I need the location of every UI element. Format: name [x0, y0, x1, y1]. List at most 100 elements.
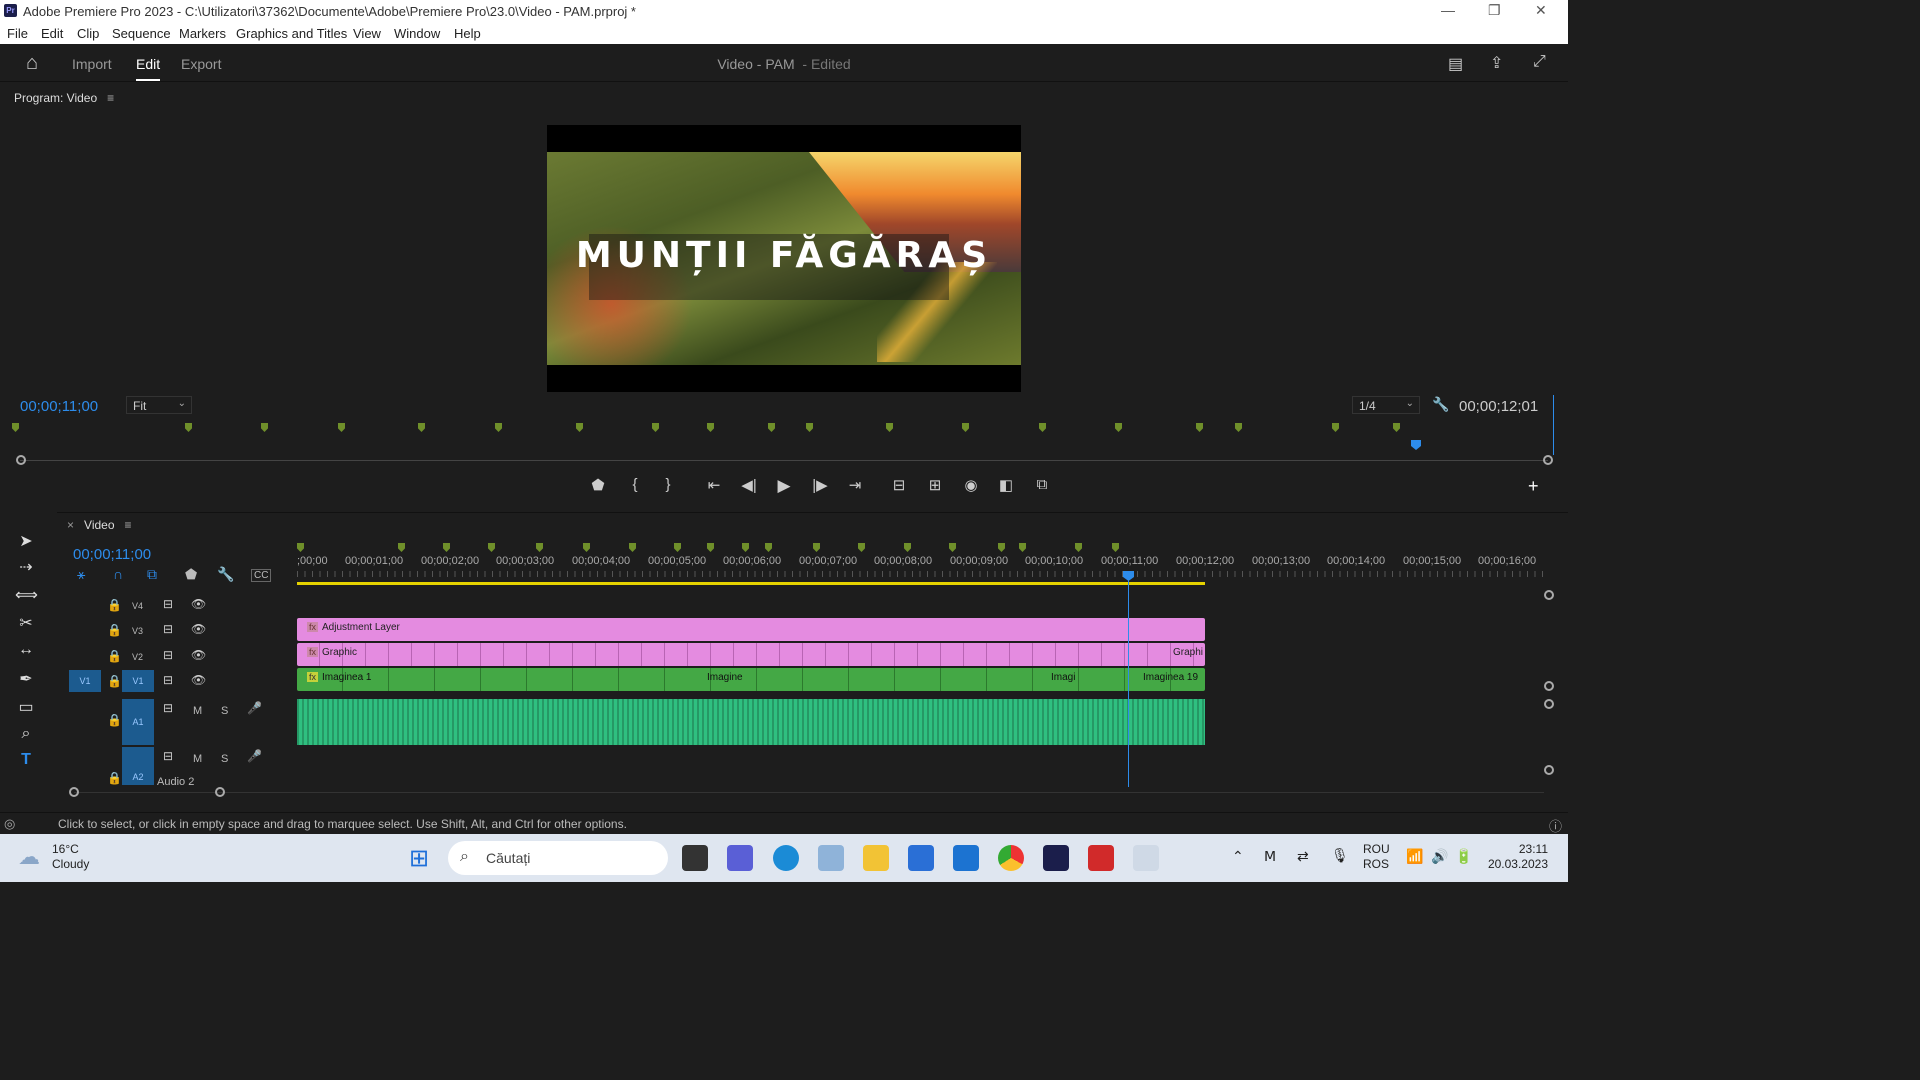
marker[interactable] — [1393, 423, 1400, 432]
marker[interactable] — [338, 423, 345, 432]
selection-tool-icon[interactable]: ➤ — [15, 531, 37, 551]
menu-file[interactable]: File — [7, 26, 28, 41]
timeline-marker[interactable] — [813, 543, 820, 552]
task-view-icon[interactable] — [682, 845, 708, 871]
solo-button[interactable]: S — [221, 705, 228, 717]
lift-icon[interactable]: ⊟ — [887, 476, 911, 494]
cloud-icon[interactable]: ☁ — [18, 844, 40, 870]
language-indicator[interactable]: ROU ROS — [1363, 842, 1390, 872]
marker[interactable] — [806, 423, 813, 432]
track-target-a2[interactable]: A2 — [122, 747, 154, 785]
menu-edit[interactable]: Edit — [41, 26, 63, 41]
track-lanes[interactable]: fx Adjustment Layer fx Graphic Graphi fx Ima… — [297, 591, 1547, 786]
timeline-marker[interactable] — [742, 543, 749, 552]
snap-icon[interactable]: ∩ — [113, 566, 123, 582]
sync-lock-icon[interactable]: ⊟ — [163, 597, 173, 611]
vertical-zoom-handle[interactable] — [1544, 765, 1554, 775]
premiere-taskbar-icon[interactable] — [1043, 845, 1069, 871]
compare-icon[interactable]: ◧ — [994, 476, 1018, 494]
sync-lock-icon[interactable]: ⊟ — [163, 749, 173, 763]
step-back-icon[interactable]: ◀| — [737, 476, 761, 494]
teams-icon[interactable] — [727, 845, 753, 871]
microphone-icon[interactable]: 🎙 — [1331, 847, 1349, 864]
microphone-icon[interactable]: 🎤 — [247, 701, 262, 715]
wrench-icon[interactable]: 🔧 — [1432, 396, 1449, 413]
windows-start-icon[interactable]: ⊞ — [409, 844, 429, 873]
marker[interactable] — [495, 423, 502, 432]
audio-clip-a1[interactable] — [297, 699, 1205, 745]
play-icon[interactable]: ▶ — [772, 476, 796, 496]
zoom-handle-left[interactable] — [16, 455, 26, 465]
mark-in-icon[interactable]: { — [623, 476, 647, 493]
volume-icon[interactable]: 🔊 — [1431, 848, 1448, 865]
marker[interactable] — [418, 423, 425, 432]
track-select-icon[interactable]: ⇢ — [15, 557, 37, 577]
mark-out-icon[interactable]: } — [656, 476, 680, 493]
mute-button[interactable]: M — [193, 705, 202, 717]
wifi-icon[interactable]: 📶 — [1406, 848, 1423, 865]
vertical-zoom-handle[interactable] — [1544, 590, 1554, 600]
timeline-marker[interactable] — [858, 543, 865, 552]
snipping-tool-icon[interactable] — [1133, 845, 1159, 871]
timeline-marker[interactable] — [443, 543, 450, 552]
timeline-marker[interactable] — [998, 543, 1005, 552]
timeline-marker[interactable] — [488, 543, 495, 552]
marker[interactable] — [261, 423, 268, 432]
timeline-marker[interactable] — [765, 543, 772, 552]
timeline-marker[interactable] — [674, 543, 681, 552]
restore-icon[interactable]: ❐ — [1488, 2, 1501, 19]
scroll-handle-left[interactable] — [69, 787, 79, 797]
panel-menu-icon[interactable]: ≡ — [107, 91, 114, 105]
source-patch-v1[interactable]: V1 — [69, 670, 101, 692]
marker[interactable] — [768, 423, 775, 432]
add-marker-icon[interactable]: ⬟ — [185, 566, 197, 583]
marker[interactable] — [576, 423, 583, 432]
vertical-zoom-handle[interactable] — [1544, 681, 1554, 691]
resolution-dropdown[interactable]: 1/4 ⌄ — [1352, 396, 1420, 414]
go-to-out-icon[interactable]: ⇥ — [843, 476, 867, 494]
vertical-zoom-handle[interactable] — [1544, 699, 1554, 709]
sync-lock-icon[interactable]: ⊟ — [163, 648, 173, 662]
ripple-edit-icon[interactable]: ⟺ — [15, 585, 38, 605]
menu-markers[interactable]: Markers — [179, 26, 226, 41]
solo-button[interactable]: S — [221, 753, 228, 765]
image-clips[interactable]: fx Imaginea 1 Imagine Imagi Imaginea 19 — [297, 668, 1205, 691]
scroll-handle-right[interactable] — [215, 787, 225, 797]
timeline-ruler[interactable]: ;00;00 00;00;01;00 00;00;02;00 00;00;03;… — [297, 543, 1547, 583]
marker[interactable] — [1115, 423, 1122, 432]
close-tab-icon[interactable]: × — [67, 518, 74, 532]
timeline-marker[interactable] — [583, 543, 590, 552]
add-marker-icon[interactable]: ⬟ — [586, 476, 610, 494]
video-preview[interactable]: MUNȚII FĂGĂRAȘ — [547, 125, 1021, 392]
track-target-v1[interactable]: V1 — [122, 670, 154, 692]
lock-icon[interactable]: 🔒 — [107, 674, 122, 688]
photos-icon[interactable] — [818, 845, 844, 871]
marker[interactable] — [962, 423, 969, 432]
zoom-handle-right[interactable] — [1543, 455, 1553, 465]
program-scrub-bar[interactable] — [20, 460, 1548, 461]
track-target-a1[interactable]: A1 — [122, 699, 154, 745]
marker[interactable] — [1332, 423, 1339, 432]
captions-icon[interactable]: CC — [251, 569, 272, 582]
graphic-clips[interactable]: fx Graphic Graphi — [297, 643, 1205, 666]
work-area-bar[interactable] — [297, 582, 1205, 585]
tray-app-icon[interactable]: Ⅿ — [1264, 848, 1276, 865]
timeline-marker[interactable] — [949, 543, 956, 552]
marker[interactable] — [185, 423, 192, 432]
chrome-icon[interactable] — [998, 845, 1024, 871]
close-icon[interactable]: ✕ — [1535, 2, 1547, 19]
type-tool-icon[interactable]: T — [15, 751, 37, 769]
marker[interactable] — [1039, 423, 1046, 432]
marker[interactable] — [1196, 423, 1203, 432]
store-icon[interactable] — [908, 845, 934, 871]
flash-icon[interactable] — [1088, 845, 1114, 871]
timeline-marker[interactable] — [1075, 543, 1082, 552]
fullscreen-icon[interactable]: ⤢ — [1533, 53, 1546, 71]
marker[interactable] — [707, 423, 714, 432]
workspaces-icon[interactable]: ▤ — [1448, 54, 1463, 74]
extract-icon[interactable]: ⊞ — [923, 476, 947, 494]
menu-graphics[interactable]: Graphics and Titles — [236, 26, 347, 41]
menu-help[interactable]: Help — [454, 26, 481, 41]
file-explorer-icon[interactable] — [863, 845, 889, 871]
timeline-marker[interactable] — [629, 543, 636, 552]
